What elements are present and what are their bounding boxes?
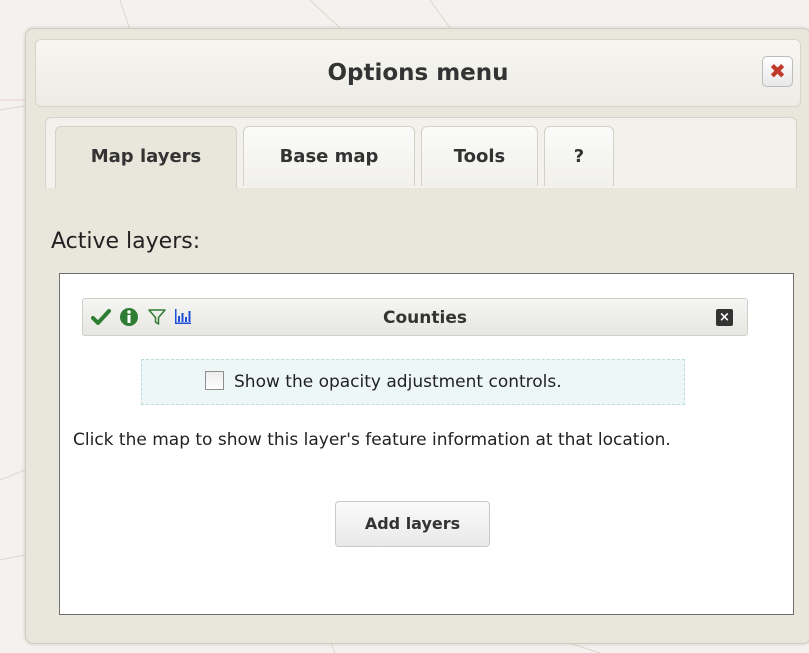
tab-tools[interactable]: Tools	[421, 126, 538, 186]
layer-name: Counties	[383, 308, 467, 328]
active-layers-heading: Active layers:	[51, 229, 201, 254]
tab-map-layers[interactable]: Map layers	[55, 126, 237, 188]
active-layers-panel: Counties × Show the opacity adjustment c…	[59, 273, 794, 615]
options-dialog: Options menu ✖ Map layers Base map Tools…	[25, 28, 809, 644]
opacity-checkbox[interactable]	[205, 371, 224, 390]
tab-help[interactable]: ?	[544, 126, 614, 186]
chart-icon[interactable]	[173, 307, 193, 327]
close-x-icon: ✖	[769, 59, 786, 83]
layer-header-counties: Counties ×	[82, 298, 748, 336]
remove-layer-button[interactable]: ×	[716, 309, 733, 326]
dialog-titlebar: Options menu ✖	[35, 39, 801, 107]
opacity-label[interactable]: Show the opacity adjustment controls.	[234, 360, 562, 404]
info-icon[interactable]	[119, 307, 139, 327]
close-button[interactable]: ✖	[762, 56, 793, 87]
dialog-title: Options menu	[327, 60, 509, 86]
layer-info-text: Click the map to show this layer's featu…	[73, 430, 671, 450]
opacity-controls-toggle: Show the opacity adjustment controls.	[141, 359, 685, 405]
remove-layer-icon: ×	[719, 310, 730, 325]
tab-base-map[interactable]: Base map	[243, 126, 415, 186]
add-layers-button[interactable]: Add layers	[335, 501, 490, 547]
filter-icon[interactable]	[147, 307, 167, 327]
checkmark-icon[interactable]	[91, 307, 111, 327]
tab-bar: Map layers Base map Tools ?	[45, 117, 797, 188]
